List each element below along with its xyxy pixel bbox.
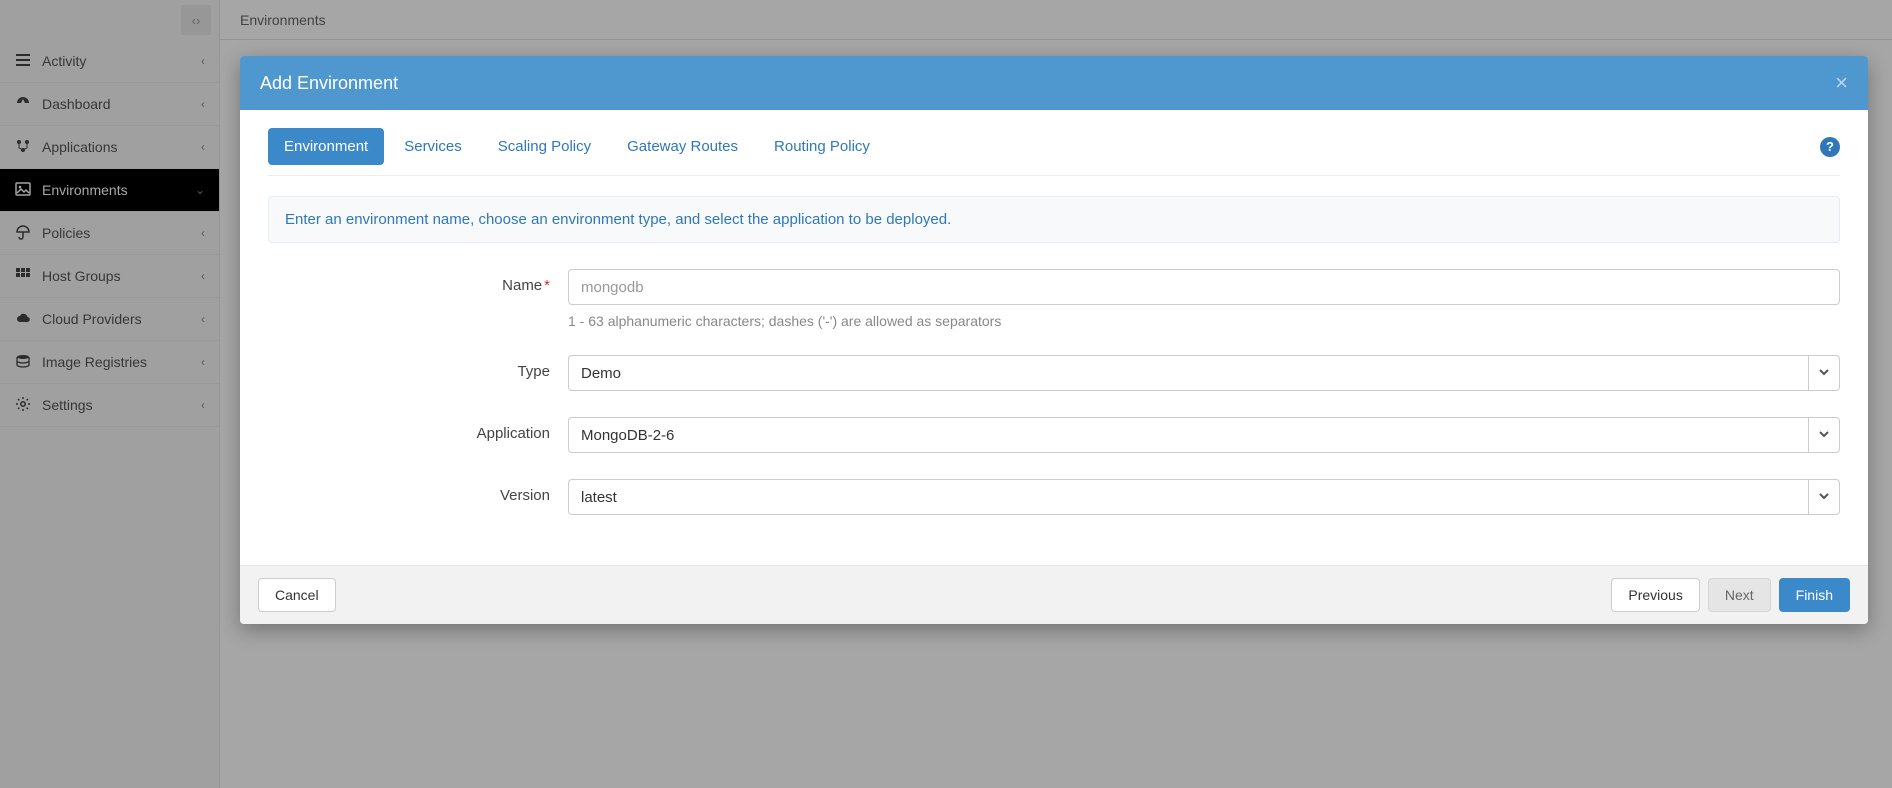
- chevron-down-icon: [1818, 427, 1830, 443]
- hint-box: Enter an environment name, choose an env…: [268, 196, 1840, 243]
- type-select-toggle[interactable]: [1808, 355, 1840, 391]
- chevron-down-icon: [1818, 489, 1830, 505]
- version-select-toggle[interactable]: [1808, 479, 1840, 515]
- modal-body: Environment Services Scaling Policy Gate…: [240, 110, 1868, 565]
- footer-right: Previous Next Finish: [1611, 578, 1850, 612]
- form-row-type: Type Demo: [268, 355, 1840, 391]
- previous-button[interactable]: Previous: [1611, 578, 1699, 612]
- tab-scaling-policy[interactable]: Scaling Policy: [482, 128, 607, 165]
- application-field-wrap: MongoDB-2-6: [568, 417, 1840, 453]
- modal-tabs: Environment Services Scaling Policy Gate…: [268, 128, 1840, 176]
- type-field-wrap: Demo: [568, 355, 1840, 391]
- tab-environment[interactable]: Environment: [268, 128, 384, 165]
- type-label: Type: [268, 355, 568, 380]
- form-row-application: Application MongoDB-2-6: [268, 417, 1840, 453]
- tab-services[interactable]: Services: [388, 128, 478, 165]
- label-text: Name: [502, 277, 542, 294]
- name-field-wrap: 1 - 63 alphanumeric characters; dashes (…: [568, 269, 1840, 329]
- add-environment-modal: Add Environment × Environment Services S…: [240, 56, 1868, 624]
- tab-gateway-routes[interactable]: Gateway Routes: [611, 128, 754, 165]
- modal-header: Add Environment ×: [240, 56, 1868, 110]
- next-button[interactable]: Next: [1708, 578, 1771, 612]
- version-field-wrap: latest: [568, 479, 1840, 515]
- close-icon[interactable]: ×: [1835, 72, 1848, 94]
- name-label: Name*: [268, 269, 568, 294]
- application-select-toggle[interactable]: [1808, 417, 1840, 453]
- modal-title: Add Environment: [260, 73, 398, 94]
- help-icon[interactable]: ?: [1820, 137, 1840, 157]
- name-input[interactable]: [568, 269, 1840, 305]
- version-select[interactable]: latest: [568, 479, 1808, 515]
- form-row-name: Name* 1 - 63 alphanumeric characters; da…: [268, 269, 1840, 329]
- application-label: Application: [268, 417, 568, 442]
- name-helper: 1 - 63 alphanumeric characters; dashes (…: [568, 313, 1840, 329]
- finish-button[interactable]: Finish: [1779, 578, 1850, 612]
- version-label: Version: [268, 479, 568, 504]
- application-select[interactable]: MongoDB-2-6: [568, 417, 1808, 453]
- type-select[interactable]: Demo: [568, 355, 1808, 391]
- required-mark: *: [544, 277, 550, 294]
- chevron-down-icon: [1818, 365, 1830, 381]
- tab-routing-policy[interactable]: Routing Policy: [758, 128, 886, 165]
- modal-footer: Cancel Previous Next Finish: [240, 565, 1868, 624]
- cancel-button[interactable]: Cancel: [258, 578, 336, 612]
- form-row-version: Version latest: [268, 479, 1840, 515]
